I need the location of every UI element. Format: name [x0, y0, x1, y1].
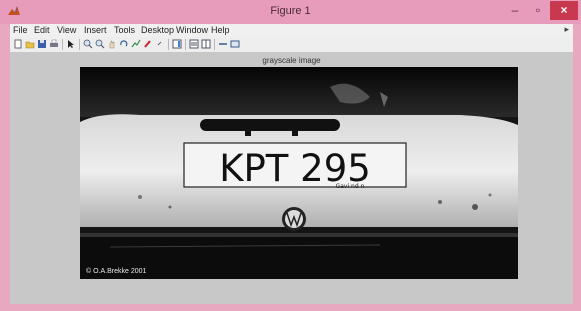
toolbar-separator — [79, 39, 80, 50]
new-figure-icon[interactable] — [13, 39, 23, 49]
menu-edit[interactable]: Edit — [34, 25, 50, 35]
toolbar-separator — [168, 39, 169, 50]
edit-plot-icon[interactable] — [66, 39, 76, 49]
link-plot-icon[interactable] — [155, 39, 165, 49]
insert-colorbar-icon[interactable] — [172, 39, 182, 49]
axes-title: grayscale image — [262, 56, 321, 65]
toolbar-separator — [185, 39, 186, 50]
brush-icon[interactable] — [143, 39, 153, 49]
image-copyright: © O.A.Brekke 2001 — [86, 268, 147, 275]
dock-figure-icon[interactable] — [230, 39, 240, 49]
minimize-button[interactable]: – — [505, 1, 525, 20]
menu-view[interactable]: View — [57, 25, 76, 35]
close-button[interactable]: × — [550, 1, 578, 20]
window-title: Figure 1 — [270, 5, 311, 17]
print-icon[interactable] — [49, 39, 59, 49]
menu-help[interactable]: Help — [211, 25, 230, 35]
menu-tools[interactable]: Tools — [114, 25, 135, 35]
figure-window: Figure 1 – ▫ × File Edit View Insert Too… — [0, 0, 581, 311]
maximize-button[interactable]: ▫ — [528, 1, 548, 20]
pan-icon[interactable] — [107, 39, 117, 49]
show-plot-tools-icon[interactable] — [218, 39, 228, 49]
menu-window[interactable]: Window — [176, 25, 208, 35]
figure-toolbar — [10, 37, 573, 53]
save-icon[interactable] — [37, 39, 47, 49]
menu-overflow-icon[interactable]: ▸ — [564, 24, 569, 35]
toolbar-separator — [214, 39, 215, 50]
insert-legend-icon[interactable] — [189, 39, 199, 49]
data-cursor-icon[interactable] — [131, 39, 141, 49]
open-file-icon[interactable] — [25, 39, 35, 49]
car-rear-photo: KPT 295 Gavi nd n — [80, 67, 518, 279]
zoom-in-icon[interactable] — [83, 39, 93, 49]
zoom-out-icon[interactable] — [95, 39, 105, 49]
toolbar-separator — [62, 39, 63, 50]
rotate-3d-icon[interactable] — [119, 39, 129, 49]
grayscale-image[interactable]: KPT 295 Gavi nd n © O.A.Brekke 2001 — [80, 67, 518, 279]
menu-bar: File Edit View Insert Tools Desktop Wind… — [10, 24, 573, 37]
menu-insert[interactable]: Insert — [84, 25, 107, 35]
title-bar[interactable]: Figure 1 – ▫ × — [0, 0, 581, 24]
figure-canvas[interactable]: grayscale image KPT 295 Gavi nd n © O.A.… — [10, 52, 573, 304]
menu-desktop[interactable]: Desktop — [141, 25, 174, 35]
plate-caption: Gavi nd n — [336, 183, 365, 190]
menu-file[interactable]: File — [13, 25, 28, 35]
hide-plot-tools-icon[interactable] — [201, 39, 211, 49]
